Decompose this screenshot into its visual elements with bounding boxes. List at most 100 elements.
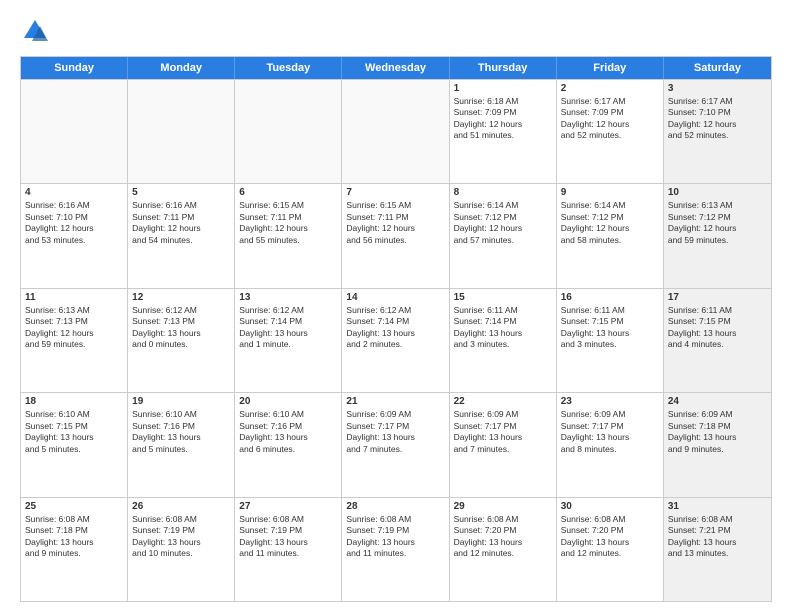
calendar-cell	[128, 80, 235, 183]
day-info: Sunrise: 6:09 AM Sunset: 7:17 PM Dayligh…	[561, 409, 659, 455]
day-number: 7	[346, 187, 444, 198]
calendar-header-row: SundayMondayTuesdayWednesdayThursdayFrid…	[21, 57, 771, 79]
day-info: Sunrise: 6:15 AM Sunset: 7:11 PM Dayligh…	[239, 200, 337, 246]
calendar-header-cell: Thursday	[450, 57, 557, 79]
day-number: 29	[454, 501, 552, 512]
day-info: Sunrise: 6:10 AM Sunset: 7:15 PM Dayligh…	[25, 409, 123, 455]
day-info: Sunrise: 6:10 AM Sunset: 7:16 PM Dayligh…	[239, 409, 337, 455]
page: SundayMondayTuesdayWednesdayThursdayFrid…	[0, 0, 792, 612]
calendar-cell: 1Sunrise: 6:18 AM Sunset: 7:09 PM Daylig…	[450, 80, 557, 183]
day-info: Sunrise: 6:17 AM Sunset: 7:09 PM Dayligh…	[561, 96, 659, 142]
calendar: SundayMondayTuesdayWednesdayThursdayFrid…	[20, 56, 772, 602]
day-number: 9	[561, 187, 659, 198]
day-info: Sunrise: 6:16 AM Sunset: 7:10 PM Dayligh…	[25, 200, 123, 246]
calendar-cell: 23 Sunrise: 6:09 AM Sunset: 7:17 PM Dayli…	[557, 393, 664, 496]
calendar-cell: 25 Sunrise: 6:08 AM Sunset: 7:18 PM Dayli…	[21, 498, 128, 601]
day-number: 23	[561, 396, 659, 407]
day-info: Sunrise: 6:09 AM Sunset: 7:17 PM Dayligh…	[346, 409, 444, 455]
calendar-cell: 19 Sunrise: 6:10 AM Sunset: 7:16 PM Dayli…	[128, 393, 235, 496]
day-number: 6	[239, 187, 337, 198]
calendar-cell: 11Sunrise: 6:13 AM Sunset: 7:13 PM Dayli…	[21, 289, 128, 392]
calendar-cell: 16 Sunrise: 6:11 AM Sunset: 7:15 PM Dayli…	[557, 289, 664, 392]
calendar-cell: 24Sunrise: 6:09 AM Sunset: 7:18 PM Dayli…	[664, 393, 771, 496]
day-info: Sunrise: 6:15 AM Sunset: 7:11 PM Dayligh…	[346, 200, 444, 246]
day-info: Sunrise: 6:09 AM Sunset: 7:18 PM Dayligh…	[668, 409, 767, 455]
calendar-body: 1Sunrise: 6:18 AM Sunset: 7:09 PM Daylig…	[21, 79, 771, 601]
day-number: 3	[668, 83, 767, 94]
day-number: 26	[132, 501, 230, 512]
day-number: 2	[561, 83, 659, 94]
logo-icon	[20, 16, 50, 46]
day-info: Sunrise: 6:12 AM Sunset: 7:14 PM Dayligh…	[346, 305, 444, 351]
calendar-cell: 6 Sunrise: 6:15 AM Sunset: 7:11 PM Daylig…	[235, 184, 342, 287]
day-number: 20	[239, 396, 337, 407]
day-number: 19	[132, 396, 230, 407]
day-number: 14	[346, 292, 444, 303]
calendar-header-cell: Tuesday	[235, 57, 342, 79]
day-number: 21	[346, 396, 444, 407]
calendar-cell: 12 Sunrise: 6:12 AM Sunset: 7:13 PM Dayli…	[128, 289, 235, 392]
logo	[20, 16, 54, 46]
day-number: 5	[132, 187, 230, 198]
day-info: Sunrise: 6:11 AM Sunset: 7:14 PM Dayligh…	[454, 305, 552, 351]
calendar-cell	[21, 80, 128, 183]
day-info: Sunrise: 6:16 AM Sunset: 7:11 PM Dayligh…	[132, 200, 230, 246]
calendar-cell: 15 Sunrise: 6:11 AM Sunset: 7:14 PM Dayli…	[450, 289, 557, 392]
calendar-cell: 30 Sunrise: 6:08 AM Sunset: 7:20 PM Dayli…	[557, 498, 664, 601]
calendar-cell: 2 Sunrise: 6:17 AM Sunset: 7:09 PM Daylig…	[557, 80, 664, 183]
calendar-row: 1Sunrise: 6:18 AM Sunset: 7:09 PM Daylig…	[21, 79, 771, 183]
day-number: 28	[346, 501, 444, 512]
day-number: 17	[668, 292, 767, 303]
day-info: Sunrise: 6:09 AM Sunset: 7:17 PM Dayligh…	[454, 409, 552, 455]
calendar-cell: 13Sunrise: 6:12 AM Sunset: 7:14 PM Dayli…	[235, 289, 342, 392]
day-info: Sunrise: 6:11 AM Sunset: 7:15 PM Dayligh…	[668, 305, 767, 351]
calendar-cell: 9 Sunrise: 6:14 AM Sunset: 7:12 PM Daylig…	[557, 184, 664, 287]
calendar-row: 4Sunrise: 6:16 AM Sunset: 7:10 PM Daylig…	[21, 183, 771, 287]
calendar-cell: 26 Sunrise: 6:08 AM Sunset: 7:19 PM Dayli…	[128, 498, 235, 601]
day-info: Sunrise: 6:08 AM Sunset: 7:19 PM Dayligh…	[346, 514, 444, 560]
calendar-header-cell: Wednesday	[342, 57, 449, 79]
calendar-cell: 28 Sunrise: 6:08 AM Sunset: 7:19 PM Dayli…	[342, 498, 449, 601]
day-info: Sunrise: 6:08 AM Sunset: 7:19 PM Dayligh…	[132, 514, 230, 560]
calendar-cell: 17 Sunrise: 6:11 AM Sunset: 7:15 PM Dayli…	[664, 289, 771, 392]
day-info: Sunrise: 6:13 AM Sunset: 7:12 PM Dayligh…	[668, 200, 767, 246]
day-info: Sunrise: 6:14 AM Sunset: 7:12 PM Dayligh…	[454, 200, 552, 246]
day-number: 25	[25, 501, 123, 512]
day-info: Sunrise: 6:12 AM Sunset: 7:13 PM Dayligh…	[132, 305, 230, 351]
calendar-cell: 29 Sunrise: 6:08 AM Sunset: 7:20 PM Dayli…	[450, 498, 557, 601]
day-info: Sunrise: 6:14 AM Sunset: 7:12 PM Dayligh…	[561, 200, 659, 246]
calendar-header-cell: Friday	[557, 57, 664, 79]
day-info: Sunrise: 6:12 AM Sunset: 7:14 PM Dayligh…	[239, 305, 337, 351]
calendar-cell	[342, 80, 449, 183]
day-info: Sunrise: 6:08 AM Sunset: 7:19 PM Dayligh…	[239, 514, 337, 560]
day-info: Sunrise: 6:08 AM Sunset: 7:21 PM Dayligh…	[668, 514, 767, 560]
day-number: 27	[239, 501, 337, 512]
calendar-row: 11Sunrise: 6:13 AM Sunset: 7:13 PM Dayli…	[21, 288, 771, 392]
day-number: 31	[668, 501, 767, 512]
day-number: 22	[454, 396, 552, 407]
calendar-row: 18Sunrise: 6:10 AM Sunset: 7:15 PM Dayli…	[21, 392, 771, 496]
day-number: 16	[561, 292, 659, 303]
day-number: 15	[454, 292, 552, 303]
day-info: Sunrise: 6:11 AM Sunset: 7:15 PM Dayligh…	[561, 305, 659, 351]
calendar-cell: 31 Sunrise: 6:08 AM Sunset: 7:21 PM Dayli…	[664, 498, 771, 601]
day-info: Sunrise: 6:08 AM Sunset: 7:18 PM Dayligh…	[25, 514, 123, 560]
calendar-header-cell: Sunday	[21, 57, 128, 79]
calendar-cell: 27 Sunrise: 6:08 AM Sunset: 7:19 PM Dayli…	[235, 498, 342, 601]
calendar-cell: 10Sunrise: 6:13 AM Sunset: 7:12 PM Dayli…	[664, 184, 771, 287]
calendar-row: 25 Sunrise: 6:08 AM Sunset: 7:18 PM Dayli…	[21, 497, 771, 601]
day-info: Sunrise: 6:08 AM Sunset: 7:20 PM Dayligh…	[561, 514, 659, 560]
calendar-cell: 20 Sunrise: 6:10 AM Sunset: 7:16 PM Dayli…	[235, 393, 342, 496]
day-number: 1	[454, 83, 552, 94]
calendar-header-cell: Saturday	[664, 57, 771, 79]
day-info: Sunrise: 6:08 AM Sunset: 7:20 PM Dayligh…	[454, 514, 552, 560]
day-info: Sunrise: 6:10 AM Sunset: 7:16 PM Dayligh…	[132, 409, 230, 455]
day-info: Sunrise: 6:13 AM Sunset: 7:13 PM Dayligh…	[25, 305, 123, 351]
calendar-cell: 3Sunrise: 6:17 AM Sunset: 7:10 PM Daylig…	[664, 80, 771, 183]
day-number: 12	[132, 292, 230, 303]
calendar-cell: 21 Sunrise: 6:09 AM Sunset: 7:17 PM Dayli…	[342, 393, 449, 496]
day-number: 30	[561, 501, 659, 512]
day-number: 8	[454, 187, 552, 198]
calendar-cell: 8 Sunrise: 6:14 AM Sunset: 7:12 PM Daylig…	[450, 184, 557, 287]
header	[20, 16, 772, 46]
